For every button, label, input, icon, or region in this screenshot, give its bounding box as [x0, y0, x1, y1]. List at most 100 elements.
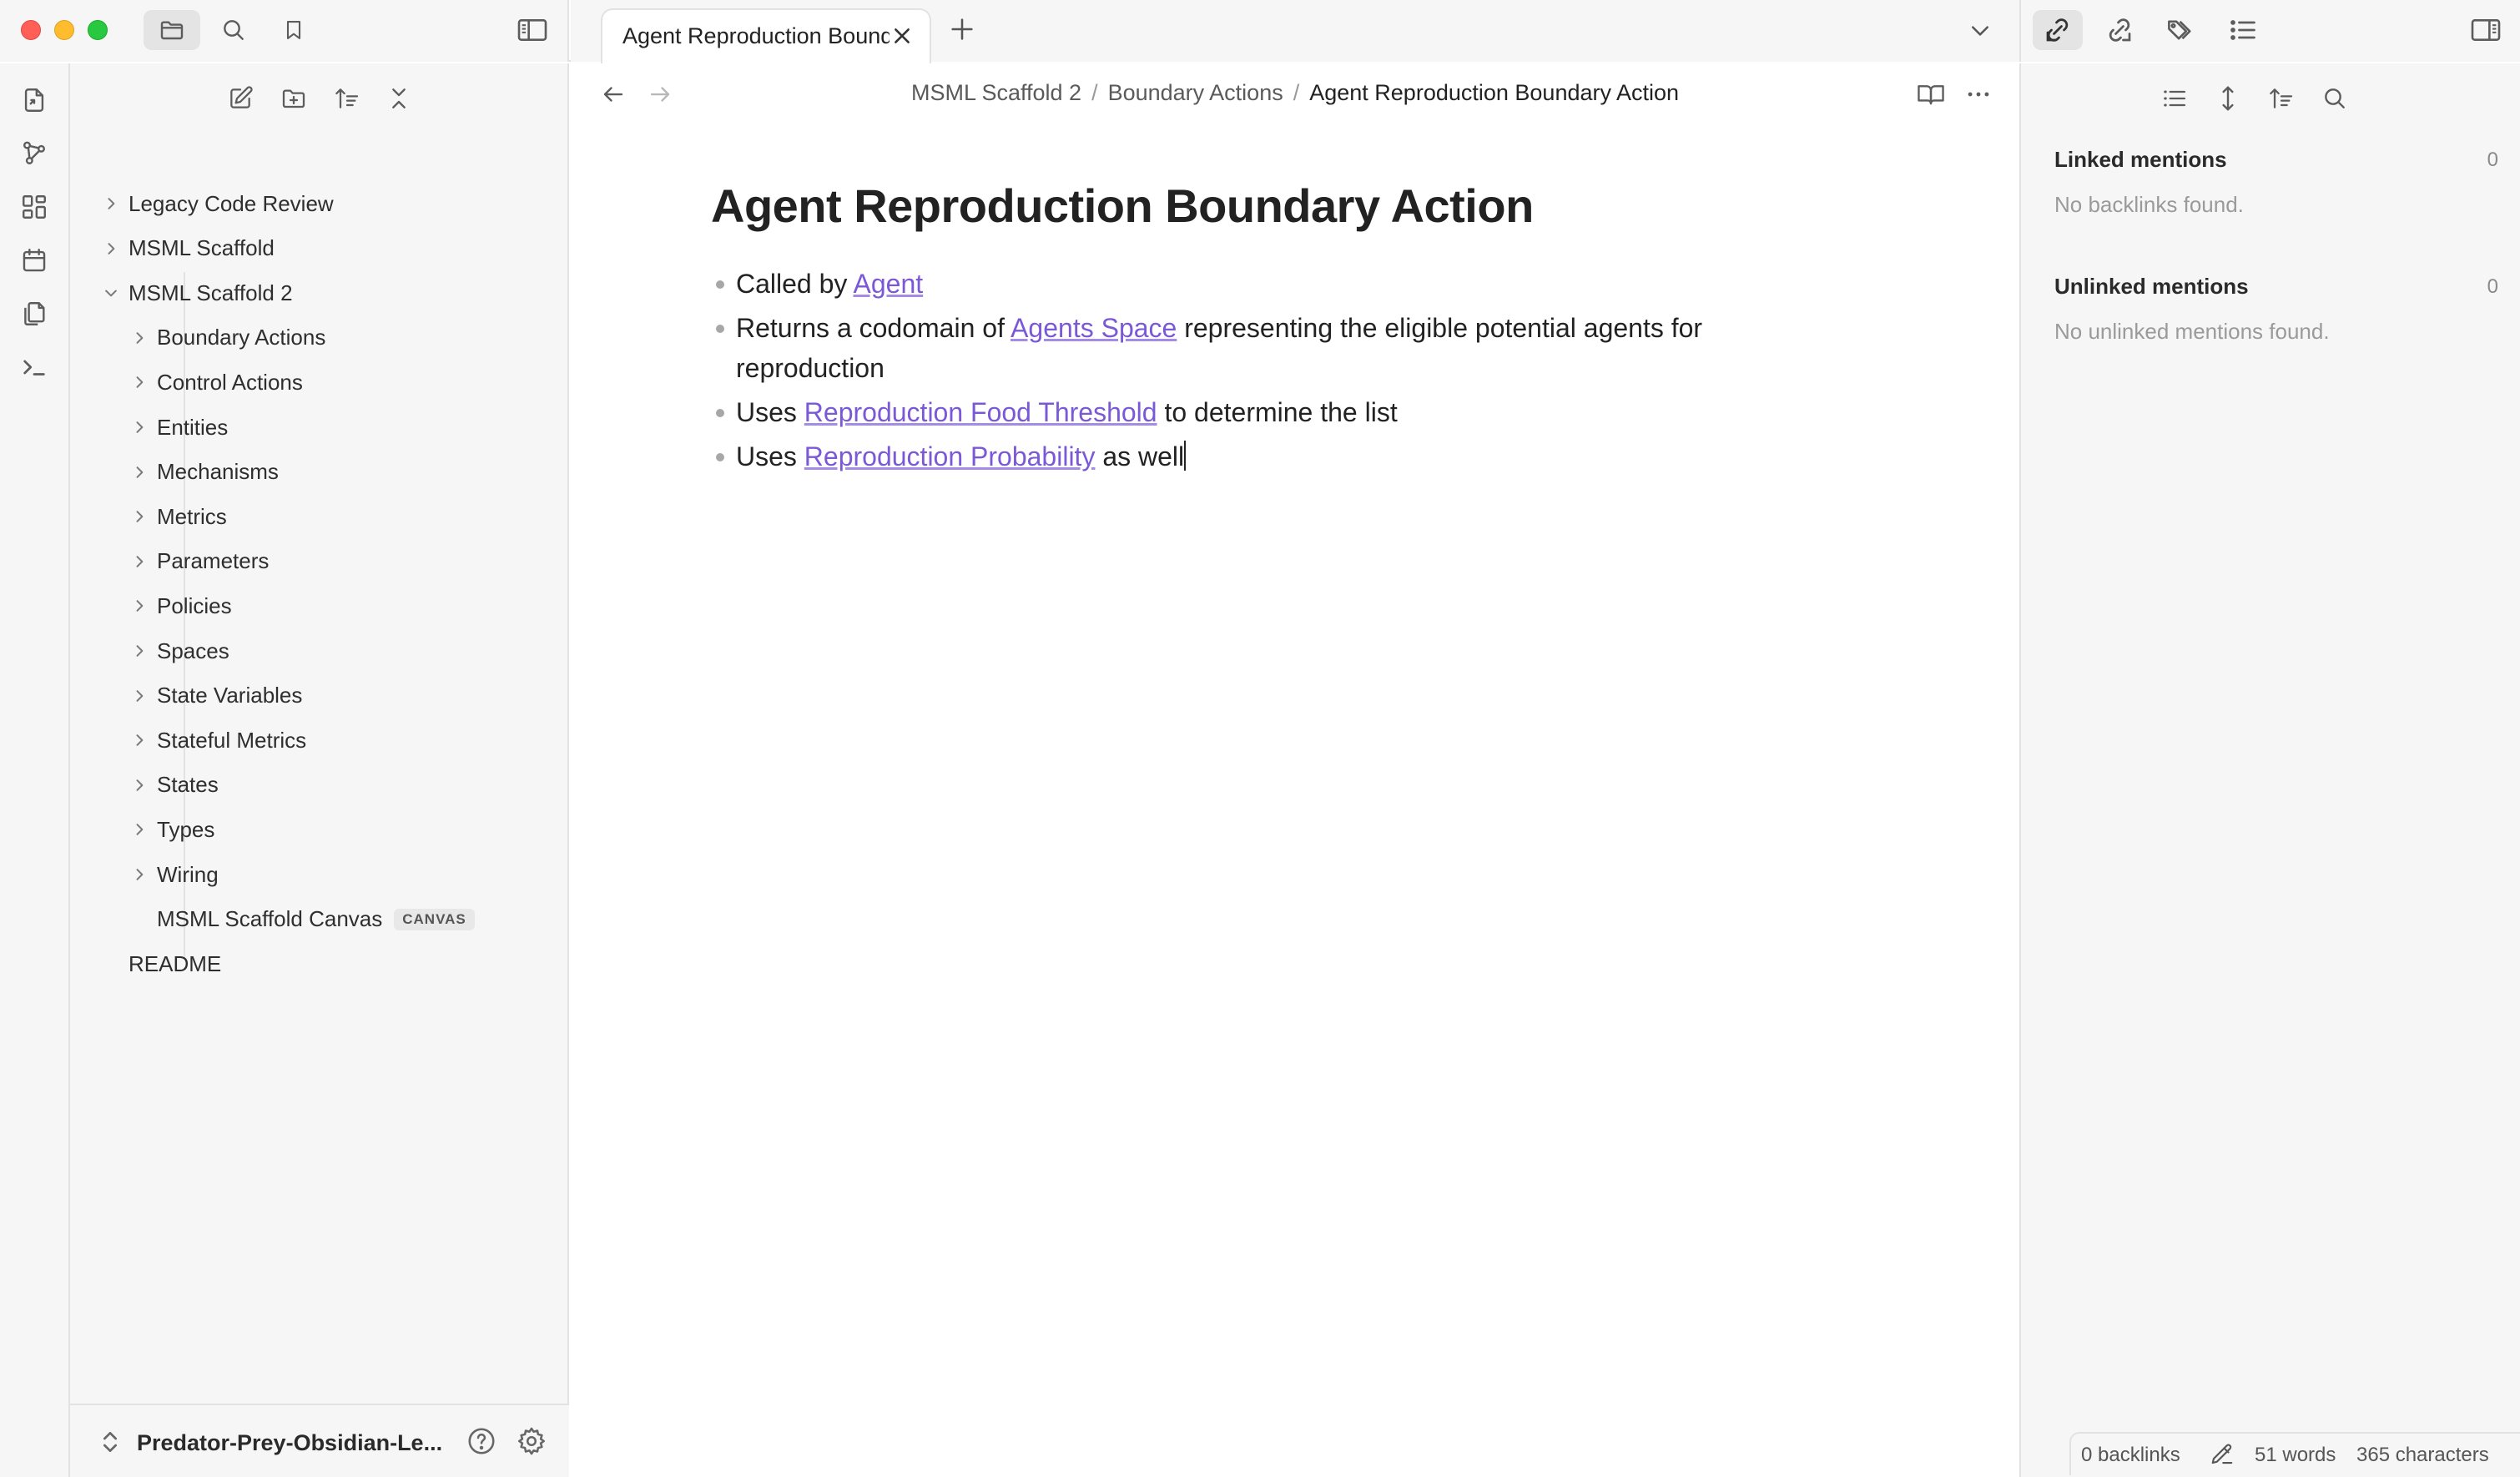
list-item[interactable]: Called by Agent — [716, 264, 1721, 304]
folder-collapsed-chevron[interactable] — [130, 329, 149, 347]
note-title[interactable]: Agent Reproduction Boundary Action — [711, 179, 1534, 233]
breadcrumb-current[interactable]: Agent Reproduction Boundary Action — [1309, 80, 1679, 105]
folder-collapsed-chevron[interactable] — [102, 194, 120, 213]
folder-collapsed-chevron[interactable] — [130, 642, 149, 660]
internal-link[interactable]: Agent — [854, 269, 924, 299]
unlinked-mentions-heading[interactable]: Unlinked mentions — [2054, 274, 2249, 300]
internal-link[interactable]: Reproduction Probability — [804, 441, 1096, 471]
command-palette-button[interactable] — [18, 350, 51, 384]
folder-collapsed-chevron[interactable] — [130, 373, 149, 391]
tree-folder[interactable]: State Variables — [136, 677, 302, 715]
collapse-all-icon — [392, 88, 406, 108]
window-close-button[interactable] — [21, 20, 41, 40]
tree-folder[interactable]: Control Actions — [136, 363, 303, 401]
settings-button[interactable] — [516, 1425, 547, 1457]
status-backlinks[interactable]: 0 backlinks — [2081, 1444, 2180, 1467]
tree-folder[interactable]: Boundary Actions — [136, 319, 325, 357]
more-options-button[interactable] — [1964, 80, 1993, 108]
search-button[interactable] — [205, 10, 262, 50]
tree-folder[interactable]: MSML Scaffold — [108, 229, 275, 268]
tree-folder[interactable]: States — [136, 766, 219, 804]
graph-view-button[interactable] — [18, 137, 51, 170]
tab-active[interactable]: Agent Reproduction Boundary Action — [601, 8, 931, 63]
folder-collapsed-chevron[interactable] — [130, 687, 149, 705]
breadcrumb-item[interactable]: MSML Scaffold 2 — [911, 80, 1081, 105]
collapse-all-button[interactable] — [381, 80, 417, 117]
folder-collapsed-chevron[interactable] — [102, 239, 120, 258]
note-body[interactable]: Called by Agent Returns a codomain of Age… — [716, 264, 1721, 476]
show-more-context-button[interactable] — [2210, 80, 2246, 117]
chevron-right-icon — [136, 779, 144, 791]
folder-collapsed-chevron[interactable] — [130, 776, 149, 794]
linked-mentions-heading[interactable]: Linked mentions — [2054, 147, 2227, 173]
file-type-badge: CANVAS — [394, 908, 475, 930]
bookmarks-button[interactable] — [265, 10, 322, 50]
internal-link[interactable]: Agents Space — [1011, 313, 1177, 343]
gear-icon — [518, 1427, 545, 1455]
tree-folder[interactable]: Legacy Code Review — [108, 184, 334, 223]
folder-collapsed-chevron[interactable] — [130, 731, 149, 749]
window-minimize-button[interactable] — [54, 20, 74, 40]
files-view-button[interactable] — [144, 10, 200, 50]
breadcrumb-separator: / — [1293, 80, 1300, 105]
tree-folder[interactable]: Wiring — [136, 855, 219, 894]
folder-collapsed-chevron[interactable] — [130, 507, 149, 526]
breadcrumb-item[interactable]: Boundary Actions — [1108, 80, 1283, 105]
search-icon — [224, 20, 244, 40]
daily-note-button[interactable] — [18, 244, 51, 277]
internal-link[interactable]: Reproduction Food Threshold — [804, 397, 1157, 427]
editing-mode-button[interactable] — [2210, 1442, 2235, 1467]
tab-list-button[interactable] — [1968, 18, 1993, 43]
tab-close-button[interactable] — [891, 25, 913, 47]
folder-collapsed-chevron[interactable] — [130, 463, 149, 481]
collapse-results-button[interactable] — [2156, 80, 2193, 117]
search-filter-button[interactable] — [2316, 80, 2353, 117]
vault-switcher-button[interactable] — [100, 1429, 120, 1455]
chevron-right-icon — [136, 555, 144, 567]
tab-strip: Agent Reproduction Boundary Action — [571, 0, 2019, 63]
tree-folder[interactable]: Policies — [136, 587, 232, 625]
folder-expanded-chevron[interactable] — [102, 284, 120, 302]
more-horizontal-icon — [1968, 92, 1989, 97]
tree-folder[interactable]: Spaces — [136, 632, 229, 670]
tree-file[interactable]: MSML Scaffold Canvas CANVAS — [157, 900, 475, 939]
folder-collapsed-chevron[interactable] — [130, 418, 149, 436]
tree-folder[interactable]: Types — [136, 810, 214, 849]
tags-tab[interactable] — [2156, 10, 2206, 50]
breadcrumb: MSML Scaffold 2 / Boundary Actions / Agent R… — [571, 80, 2019, 106]
folder-collapsed-chevron[interactable] — [130, 865, 149, 884]
unlinked-mentions-empty: No unlinked mentions found. — [2054, 319, 2330, 344]
tree-folder[interactable]: Parameters — [136, 542, 269, 581]
list-item[interactable]: Uses Reproduction Food Threshold to dete… — [716, 392, 1721, 432]
change-sort-order-button[interactable] — [329, 80, 365, 117]
new-note-button[interactable] — [222, 80, 259, 117]
outline-tab[interactable] — [2218, 10, 2268, 50]
tree-folder[interactable]: Mechanisms — [136, 453, 279, 491]
collapse-right-sidebar-button[interactable] — [2470, 17, 2502, 43]
tree-file[interactable]: README — [129, 945, 221, 983]
sort-icon — [2270, 88, 2293, 108]
vault-name[interactable]: Predator-Prey-Obsidian-Le... — [137, 1430, 442, 1456]
tree-folder[interactable]: Entities — [136, 408, 228, 446]
help-button[interactable] — [466, 1425, 497, 1457]
folder-collapsed-chevron[interactable] — [130, 597, 149, 615]
canvas-button[interactable] — [18, 190, 51, 224]
window-zoom-button[interactable] — [88, 20, 108, 40]
quick-switcher-button[interactable] — [18, 83, 51, 117]
folder-collapsed-chevron[interactable] — [130, 552, 149, 571]
change-sort-button[interactable] — [2263, 80, 2300, 117]
reading-view-button[interactable] — [1916, 80, 1946, 108]
list-item[interactable]: Uses Reproduction Probability as well — [716, 436, 1721, 476]
expand-icon — [2222, 86, 2234, 111]
templates-button[interactable] — [18, 297, 51, 330]
outgoing-links-tab[interactable] — [2094, 10, 2145, 50]
tree-folder[interactable]: Stateful Metrics — [136, 721, 306, 759]
new-folder-button[interactable] — [275, 80, 312, 117]
new-tab-button[interactable] — [948, 15, 976, 43]
folder-collapsed-chevron[interactable] — [130, 820, 149, 839]
tree-folder[interactable]: Metrics — [136, 497, 227, 536]
list-item[interactable]: Returns a codomain of Agents Space repre… — [716, 308, 1721, 388]
collapse-left-sidebar-button[interactable] — [504, 10, 561, 50]
tree-folder[interactable]: MSML Scaffold 2 — [105, 274, 293, 312]
backlinks-tab[interactable] — [2033, 10, 2083, 50]
